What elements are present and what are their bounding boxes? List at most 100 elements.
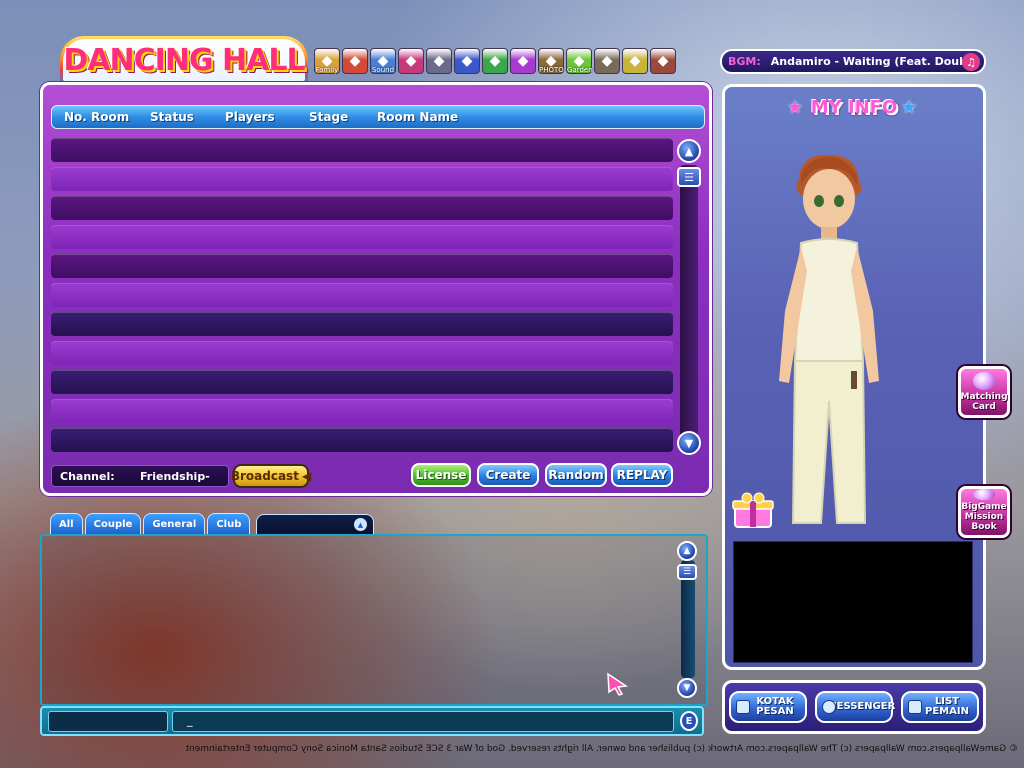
gift-icon: ◆ [349,53,361,69]
col-stage[interactable]: Stage [309,110,348,124]
toolbar-bag-button[interactable]: ◆ [594,48,620,74]
bgm-label: BGM: [728,55,761,68]
chat-filter-box[interactable]: ▲ [256,514,374,534]
license-button[interactable]: License [411,463,471,487]
chat-scroll-down-button[interactable]: ▼ [677,678,697,698]
room-list-header: No. Room Status Players Stage Room Name [51,105,705,129]
biggame-label: BigGame Mission Book [961,502,1007,532]
toolbar-label: Sound [371,66,395,74]
room-row[interactable] [51,254,673,278]
avatar-preview-box [733,541,973,663]
room-scroll-down-button[interactable]: ▼ [677,431,701,455]
create-button[interactable]: Create [477,463,539,487]
room-row[interactable] [51,283,673,307]
toolbar-note-button[interactable]: ◆ [622,48,648,74]
chat-send-button[interactable]: E [680,711,698,731]
room-row[interactable] [51,370,673,394]
toolbar-extra-button[interactable]: ◆ [650,48,676,74]
my-info-panel: ★ MY INFO ★ [722,84,986,670]
list-pemain-label: LIST PEMAIN [925,696,969,717]
toolbar-puzzle-button[interactable]: ◆ [482,48,508,74]
room-row[interactable] [51,399,673,423]
kotak-pesan-button[interactable]: KOTAK PESAN [729,691,807,723]
chat-tab-club[interactable]: Club [207,513,251,535]
lock-icon: ◆ [433,53,445,69]
room-row[interactable] [51,428,673,452]
mouse-cursor-icon [607,672,629,696]
col-status[interactable]: Status [150,110,194,124]
star-icon: ★ [901,97,918,118]
toolbar-label: Garden [567,66,593,74]
room-row[interactable] [51,138,673,162]
col-no-room[interactable]: No. Room [64,110,129,124]
bag-icon: ◆ [601,53,613,69]
toolbar-sound-button[interactable]: ◆ Sound [370,48,396,74]
room-scroll-up-button[interactable]: ▲ [677,139,701,163]
player-list-icon [908,700,922,714]
wallpaper-watermark: © GameWallpapers.com Wallpapers (c) The … [185,744,1018,754]
chevron-up-icon[interactable]: ▲ [354,518,367,531]
toolbar-garden-button[interactable]: ◆ Garden [566,48,593,74]
chat-tab-couple[interactable]: Couple [84,513,142,535]
room-row[interactable] [51,225,673,249]
messenger-button[interactable]: MESSENGER [815,691,896,723]
toolbar-gift-button[interactable]: ◆ [342,48,368,74]
replay-button[interactable]: REPLAY [611,463,673,487]
puzzle-icon: ◆ [489,53,501,69]
messenger-label: MESSENGER [826,701,896,712]
broadcast-label: Broadcast [230,469,299,483]
chat-input[interactable]: _ [172,711,674,732]
biggame-mission-book-button[interactable]: BigGame Mission Book [958,486,1010,538]
channel-bar[interactable]: Channel: Friendship- [51,465,229,487]
random-button[interactable]: Random [545,463,607,487]
col-players[interactable]: Players [225,110,275,124]
music-note-icon[interactable]: ♫ [962,53,980,71]
toolbar-photo-button[interactable]: ◆ PHOTO [538,48,564,74]
mission-book-icon [973,489,995,500]
matching-card-label: Matching Card [960,392,1008,412]
player-avatar [779,154,879,524]
channel-label: Channel: [60,470,115,483]
megaphone-icon: ◀ [301,469,312,483]
mailbox-icon [736,700,750,714]
extra-icon: ◆ [657,53,669,69]
chat-tabs: All Couple General Club [50,513,251,535]
bgm-track: Andamiro - Waiting (Feat. Double [770,55,967,68]
tv-icon: ◆ [517,53,529,69]
room-scrollbar-track[interactable] [680,165,698,437]
chat-scroll-thumb[interactable]: ☰ [677,564,697,580]
note-icon: ◆ [629,53,641,69]
toolbar-lock-button[interactable]: ◆ [426,48,452,74]
matching-card-button[interactable]: Matching Card [958,366,1010,418]
toolbar-tv-button[interactable]: ◆ [510,48,536,74]
toolbar-face-button[interactable]: ◆ [454,48,480,74]
toolbar-family-button[interactable]: ◆ Family [314,48,340,74]
room-row[interactable] [51,167,673,191]
room-row[interactable] [51,312,673,336]
chat-tab-all[interactable]: All [50,513,83,535]
top-toolbar: ◆ Family ◆ ◆ Sound ◆ ◆ ◆ ◆ ◆ ◆ PHOTO ◆ Garden ◆ ◆ ◆ [314,48,676,76]
messenger-icon [822,700,836,714]
list-pemain-button[interactable]: LIST PEMAIN [901,691,979,723]
box-icon: ◆ [405,53,417,69]
col-room-name[interactable]: Room Name [377,110,458,124]
chat-tab-general[interactable]: General [143,513,206,535]
bgm-display: BGM: Andamiro - Waiting (Feat. Double ♫ [720,49,986,74]
logo-text: DANCING HALL [63,42,305,78]
kotak-pesan-label: KOTAK PESAN [756,696,794,717]
chat-scroll-up-button[interactable]: ▲ [677,541,697,561]
room-row[interactable] [51,341,673,365]
room-row[interactable] [51,196,673,220]
room-scroll-thumb[interactable]: ☰ [677,167,701,187]
face-icon: ◆ [461,53,473,69]
toolbar-box-button[interactable]: ◆ [398,48,424,74]
broadcast-button[interactable]: Broadcast ◀ [230,464,312,488]
gift-box-icon[interactable] [731,491,777,529]
toolbar-label: Family [315,66,339,74]
chat-target-box[interactable] [48,711,168,732]
channel-value: Friendship- [140,470,210,483]
matching-card-icon [973,372,995,390]
room-list [51,138,673,456]
toolbar-label: PHOTO [539,66,564,74]
dancing-hall-logo: DANCING HALL [60,36,308,84]
